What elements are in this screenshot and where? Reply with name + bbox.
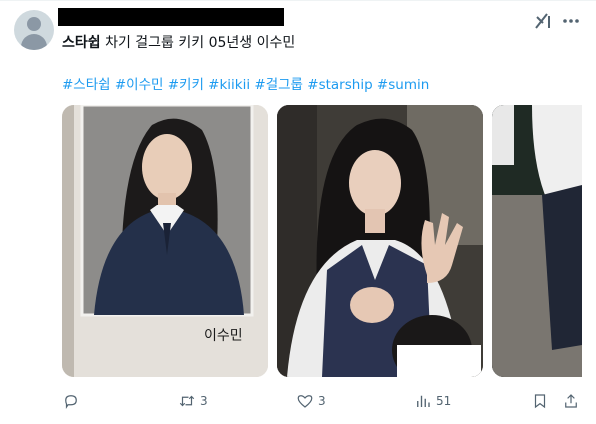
- reply-icon: [65, 395, 77, 409]
- retweet-count: 3: [200, 394, 208, 408]
- views-icon: [417, 395, 430, 407]
- like-button[interactable]: 3: [296, 392, 326, 410]
- grok-icon[interactable]: [532, 10, 554, 32]
- uniform-photo-art: [277, 105, 483, 377]
- retweet-button[interactable]: 3: [178, 392, 208, 410]
- like-count: 3: [318, 394, 326, 408]
- bookmark-button[interactable]: [531, 392, 549, 410]
- tweet-text: 스타쉽 차기 걸그룹 키키 05년생 이수민: [62, 32, 295, 52]
- top-divider: [0, 0, 596, 1]
- photo-caption: 이수민: [204, 328, 243, 344]
- media-photo-2[interactable]: [277, 105, 483, 377]
- redacted-username: [58, 8, 284, 26]
- bookmark-icon: [534, 394, 546, 409]
- tweet-text-rest: 차기 걸그룹 키키 05년생 이수민: [100, 35, 296, 51]
- hashtag-links[interactable]: #스타쉽 #이수민 #키키 #kiikii #걸그룹 #starship #su…: [62, 73, 429, 93]
- retweet-icon: [179, 395, 195, 407]
- more-icon[interactable]: [560, 10, 582, 32]
- avatar[interactable]: [14, 10, 54, 50]
- share-icon: [565, 394, 577, 408]
- share-button[interactable]: [562, 392, 580, 410]
- media-photo-3[interactable]: [492, 105, 582, 377]
- views-count: 51: [436, 394, 452, 408]
- heart-icon: [297, 395, 313, 408]
- tweet-text-bold: 스타쉽: [62, 35, 101, 51]
- views-button[interactable]: 51: [414, 392, 451, 410]
- partial-photo-art: [492, 105, 582, 377]
- media-photo-1[interactable]: 이수민: [62, 105, 268, 377]
- reply-button[interactable]: [62, 392, 80, 410]
